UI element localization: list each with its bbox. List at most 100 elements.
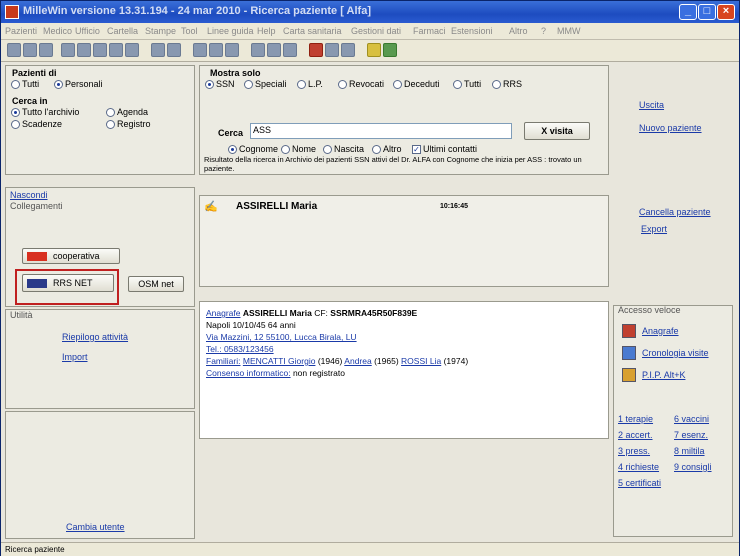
nascondi-link[interactable]: Nascondi — [10, 190, 48, 200]
export-link[interactable]: Export — [641, 224, 667, 234]
radio-mostra-tutti[interactable] — [453, 80, 462, 89]
radio-mostra-ssn[interactable] — [205, 80, 214, 89]
toolbar-user-icon[interactable] — [39, 43, 53, 57]
search-input[interactable]: ASS — [250, 123, 512, 139]
toolbar-doc3-icon[interactable] — [225, 43, 239, 57]
toolbar-chart-icon[interactable] — [109, 43, 123, 57]
shortcut-richieste[interactable]: 4 richieste — [618, 462, 659, 472]
radio-cerca-agenda[interactable] — [106, 108, 115, 117]
anagrafe-detail-link[interactable]: Anagrafe — [206, 308, 241, 318]
detail-familiari: Familiari: MENCATTI Giorgio (1946) Andre… — [206, 356, 468, 366]
riepilogo-attivita-link[interactable]: Riepilogo attività — [62, 332, 128, 342]
radio-cerca-registro[interactable] — [106, 120, 115, 129]
nuovo-paziente-link[interactable]: Nuovo paziente — [639, 123, 702, 133]
uscita-link[interactable]: Uscita — [639, 100, 664, 110]
collegamenti-panel: Nascondi Collegamenti cooperativa RRS NE… — [5, 187, 195, 307]
toolbar-doc-icon[interactable] — [193, 43, 207, 57]
toolbar-search-icon[interactable] — [267, 43, 281, 57]
cambia-utente-link[interactable]: Cambia utente — [66, 522, 125, 532]
accesso-anagrafe[interactable]: Anagrafe — [622, 324, 728, 340]
detail-cf-label: CF: — [314, 308, 328, 318]
radio-mostra-lp[interactable] — [297, 80, 306, 89]
radio-mostra-revocati[interactable] — [338, 80, 347, 89]
menu-estensioni[interactable]: Estensioni — [451, 26, 493, 36]
close-button[interactable]: × — [717, 4, 735, 20]
toolbar-grid2-icon[interactable] — [23, 43, 37, 57]
menu-carta-sanitaria[interactable]: Carta sanitaria — [283, 26, 342, 36]
menu-farmaci[interactable]: Farmaci — [413, 26, 446, 36]
detail-tel-link[interactable]: Tel.: 0583/123456 — [206, 344, 274, 354]
menu-medico[interactable]: Medico — [43, 26, 72, 36]
toolbar-monitor-icon[interactable] — [309, 43, 323, 57]
toolbar-settings-icon[interactable] — [341, 43, 355, 57]
accesso-pip[interactable]: P.I.P. Alt+K — [622, 368, 728, 384]
radio-cerca-archivio[interactable] — [11, 108, 20, 117]
toolbar-notes-icon[interactable] — [383, 43, 397, 57]
osm-net-button[interactable]: OSM net — [128, 276, 184, 292]
toolbar-grid-icon[interactable] — [7, 43, 21, 57]
familiare-link[interactable]: MENCATTI Giorgio — [243, 356, 316, 366]
toolbar-print-icon[interactable] — [251, 43, 265, 57]
toolbar-table-icon[interactable] — [93, 43, 107, 57]
shortcut-accert[interactable]: 2 accert. — [618, 430, 653, 440]
radio-mostra-speciali[interactable] — [244, 80, 253, 89]
shortcut-press[interactable]: 3 press. — [618, 446, 650, 456]
shortcut-vaccini[interactable]: 6 vaccini — [674, 414, 709, 424]
menu-mmw[interactable]: MMW — [557, 26, 581, 36]
detail-cf: SSRMRA45R50F839E — [330, 308, 418, 318]
menu-linee-guida[interactable]: Linee guida — [207, 26, 254, 36]
menu-ufficio[interactable]: Ufficio — [75, 26, 100, 36]
menu-cartella[interactable]: Cartella — [107, 26, 138, 36]
patient-row-time: 10:16:45 — [440, 203, 469, 210]
toolbar-chart2-icon[interactable] — [325, 43, 339, 57]
detail-address-link[interactable]: Via Mazzini, 12 55100, Lucca Birala, LU — [206, 332, 357, 342]
radio-search-nome[interactable] — [281, 145, 290, 154]
menu-tool[interactable]: Tool — [181, 26, 198, 36]
toolbar-list-icon[interactable] — [77, 43, 91, 57]
shortcut-consigli[interactable]: 9 consigli — [674, 462, 712, 472]
menu-stampe[interactable]: Stampe — [145, 26, 176, 36]
consenso-link[interactable]: Consenso informatico: — [206, 368, 291, 378]
toolbar-calendar-icon[interactable] — [125, 43, 139, 57]
menu-help[interactable]: Help — [257, 26, 276, 36]
toolbar-clock-icon[interactable] — [167, 43, 181, 57]
patient-row[interactable]: ✍ ASSIRELLI Maria 10:16:45 — [200, 198, 608, 216]
menu-pazienti[interactable]: Pazienti — [5, 26, 37, 36]
patient-detail-box: Anagrafe ASSIRELLI Maria CF: SSRMRA45R50… — [199, 301, 609, 439]
familiare-link[interactable]: ROSSI Lia — [401, 356, 441, 366]
radio-pazienti-tutti[interactable] — [11, 80, 20, 89]
toolbar-percent-icon[interactable] — [283, 43, 297, 57]
ultimi-contatti-label: Ultimi contatti — [423, 144, 478, 154]
app-window: MilleWin versione 13.31.194 - 24 mar 201… — [0, 0, 740, 556]
shortcut-terapie[interactable]: 1 terapie — [618, 414, 653, 424]
familiare-link[interactable]: Andrea — [344, 356, 371, 366]
radio-pazienti-personali[interactable] — [54, 80, 63, 89]
maximize-button[interactable]: □ — [698, 4, 716, 20]
toolbar-doc2-icon[interactable] — [209, 43, 223, 57]
patient-list: ✍ ASSIRELLI Maria 10:16:45 — [199, 195, 609, 287]
shortcut-certificati[interactable]: 5 certificati — [618, 478, 661, 488]
rrs-net-button[interactable]: RRS NET — [22, 274, 114, 292]
minimize-button[interactable]: _ — [679, 4, 697, 20]
radio-search-altro[interactable] — [372, 145, 381, 154]
familiari-label-link[interactable]: Familiari: — [206, 356, 240, 366]
menu-gestioni-dati[interactable]: Gestioni dati — [351, 26, 401, 36]
menu-help-question[interactable]: ? — [541, 26, 546, 36]
shortcut-miltila[interactable]: 8 miltila — [674, 446, 705, 456]
shortcut-esenz[interactable]: 7 esenz. — [674, 430, 708, 440]
toolbar-help-icon[interactable] — [367, 43, 381, 57]
radio-cerca-scadenze[interactable] — [11, 120, 20, 129]
import-link[interactable]: Import — [62, 352, 88, 362]
toolbar-pin-icon[interactable] — [151, 43, 165, 57]
menu-altro[interactable]: Altro — [509, 26, 528, 36]
cancella-paziente-link[interactable]: Cancella paziente — [639, 207, 711, 217]
radio-search-nascita[interactable] — [323, 145, 332, 154]
x-visita-button[interactable]: X visita — [524, 122, 590, 140]
accesso-cronologia[interactable]: Cronologia visite — [622, 346, 728, 362]
toolbar-arrow-icon[interactable] — [61, 43, 75, 57]
radio-search-cognome[interactable] — [228, 145, 237, 154]
radio-mostra-rrs[interactable] — [492, 80, 501, 89]
radio-mostra-deceduti[interactable] — [393, 80, 402, 89]
cooperativa-button[interactable]: cooperativa — [22, 248, 120, 264]
ultimi-contatti-checkbox[interactable]: ✓ — [412, 145, 421, 154]
